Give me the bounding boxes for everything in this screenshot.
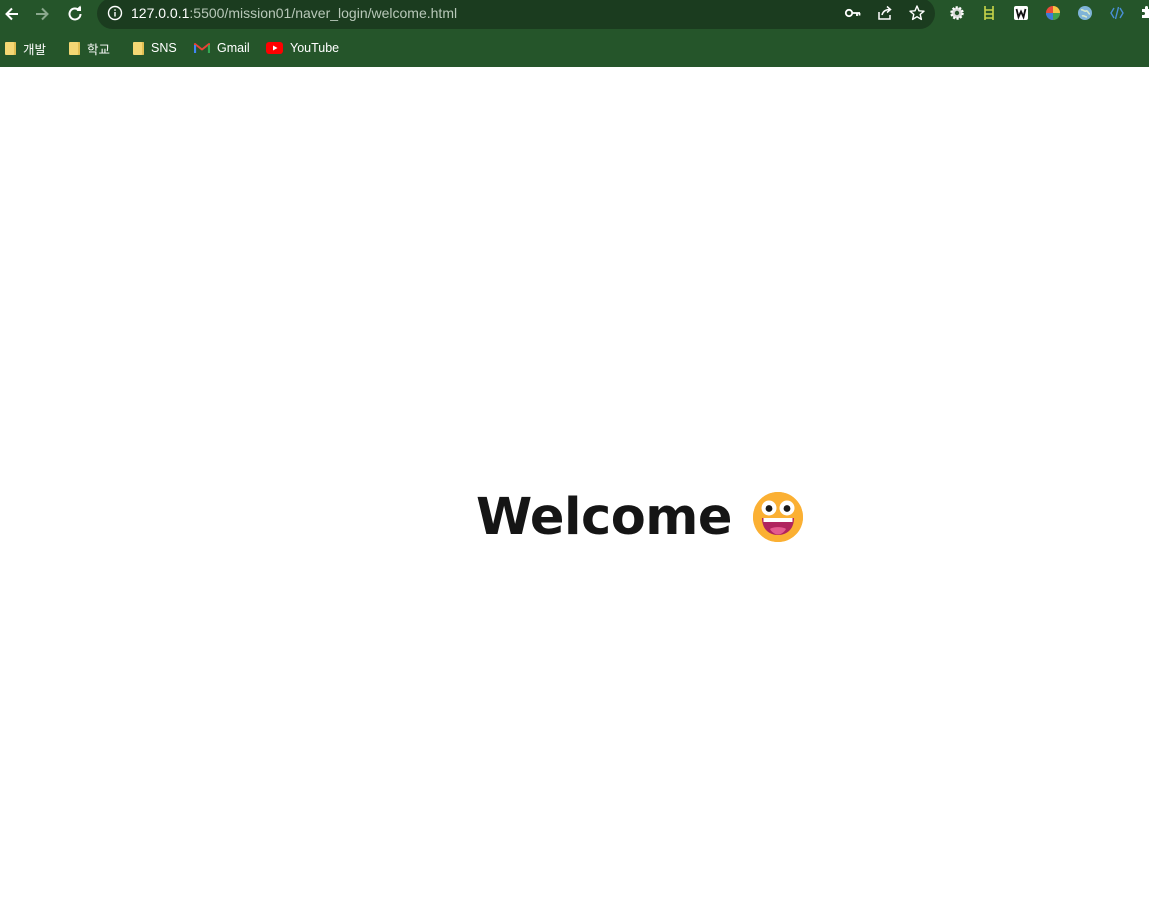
folder-icon — [133, 41, 144, 55]
gmail-icon — [194, 43, 210, 53]
welcome-headline: Welcome — [476, 491, 804, 543]
star-icon[interactable] — [906, 2, 928, 24]
color-wheel-extension-icon[interactable] — [1043, 3, 1063, 23]
bookmark-folder-school[interactable]: 학교 — [69, 36, 110, 60]
share-icon[interactable] — [874, 2, 896, 24]
grinning-face-icon — [753, 492, 804, 542]
key-icon[interactable] — [842, 2, 864, 24]
arrow-left-icon — [5, 7, 18, 21]
page-title: Welcome — [476, 487, 733, 547]
reload-icon — [68, 5, 82, 21]
bookmark-label: 학교 — [87, 42, 111, 57]
bookmark-label: 개발 — [23, 42, 47, 57]
bookmark-gmail[interactable]: Gmail — [194, 36, 250, 60]
youtube-icon — [266, 42, 283, 54]
bookmark-youtube[interactable]: YouTube — [266, 36, 339, 60]
browser-chrome: 127.0.0.1:5500/mission01/naver_login/wel… — [0, 0, 1149, 67]
bookmark-label: YouTube — [290, 41, 340, 55]
forward-button[interactable] — [30, 2, 54, 26]
back-button[interactable] — [0, 2, 24, 26]
bookmark-label: SNS — [151, 41, 177, 55]
bookmark-label: Gmail — [217, 41, 250, 55]
browser-toolbar: 127.0.0.1:5500/mission01/naver_login/wel… — [0, 0, 1149, 29]
url-text[interactable]: 127.0.0.1:5500/mission01/naver_login/wel… — [131, 5, 457, 21]
ladder-extension-icon[interactable] — [979, 3, 999, 23]
info-icon[interactable] — [104, 2, 126, 24]
folder-icon — [69, 41, 80, 55]
reload-button[interactable] — [63, 2, 87, 26]
bookmark-folder-sns[interactable]: SNS — [133, 36, 177, 60]
folder-icon — [5, 41, 16, 55]
address-bar[interactable]: 127.0.0.1:5500/mission01/naver_login/wel… — [97, 0, 935, 29]
code-extension-icon[interactable] — [1107, 3, 1127, 23]
bookmark-folder-dev[interactable]: 개발 — [5, 36, 46, 60]
globe-extension-icon[interactable] — [1075, 3, 1095, 23]
w-extension-icon[interactable] — [1011, 3, 1031, 23]
url-host: 127.0.0.1 — [131, 5, 190, 21]
puzzle-icon[interactable] — [1137, 3, 1149, 23]
bookmarks-bar: 개발 학교 SNS Gmail YouTube — [0, 36, 1149, 60]
url-path: :5500/mission01/naver_login/welcome.html — [189, 5, 458, 21]
arrow-right-icon — [36, 7, 49, 21]
page-content: Welcome — [0, 67, 1149, 897]
gear-extension-icon[interactable] — [947, 3, 967, 23]
